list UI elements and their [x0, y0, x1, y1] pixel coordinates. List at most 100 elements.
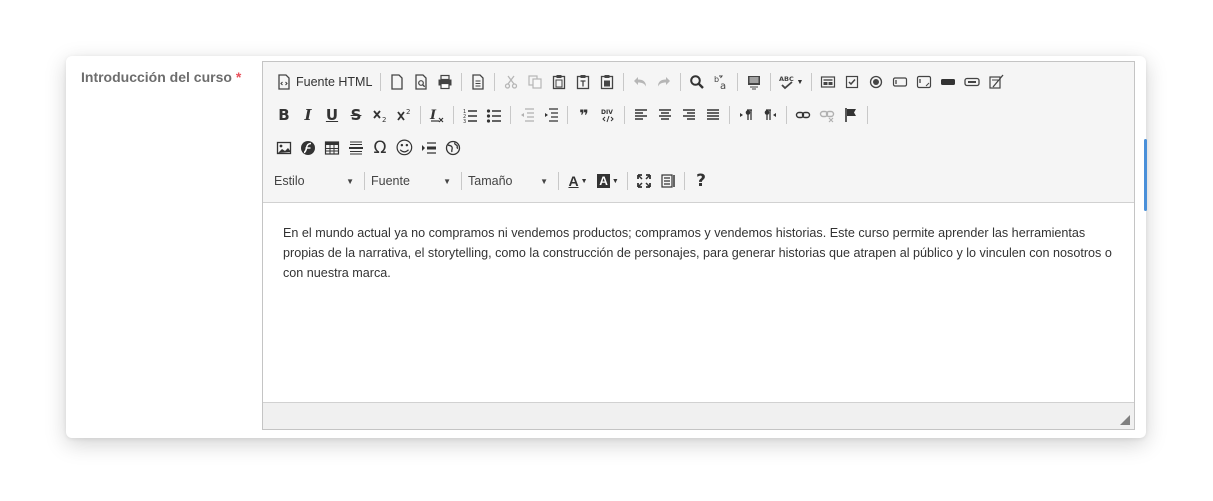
copy-button[interactable]	[523, 69, 547, 95]
separator	[684, 172, 685, 190]
svg-text:2: 2	[382, 116, 386, 123]
radio-button[interactable]	[864, 69, 888, 95]
bold-button[interactable]: B	[272, 102, 296, 128]
separator	[567, 106, 568, 124]
special-char-button[interactable]: Ω	[368, 135, 392, 161]
separator	[729, 106, 730, 124]
underline-button[interactable]: U	[320, 102, 344, 128]
select-all-button[interactable]	[742, 69, 766, 95]
separator	[453, 106, 454, 124]
link-button[interactable]	[791, 102, 815, 128]
undo-button[interactable]	[628, 69, 652, 95]
help-button[interactable]: ?	[689, 168, 713, 194]
redo-button[interactable]	[652, 69, 676, 95]
paste-word-button[interactable]	[595, 69, 619, 95]
align-right-button[interactable]	[677, 102, 701, 128]
smiley-button[interactable]: ☺	[392, 135, 417, 161]
maximize-icon	[636, 173, 652, 189]
print-icon	[437, 74, 453, 90]
page-break-button[interactable]	[417, 135, 441, 161]
image-icon	[276, 140, 292, 156]
required-mark: *	[235, 69, 242, 85]
source-label: Fuente HTML	[296, 75, 373, 89]
search-icon	[689, 74, 705, 90]
unlink-icon	[819, 107, 835, 123]
unlink-button[interactable]	[815, 102, 839, 128]
strikethrough-button[interactable]: S	[344, 102, 368, 128]
justify-icon	[705, 107, 721, 123]
show-blocks-button[interactable]	[656, 168, 680, 194]
bulleted-list-button[interactable]	[482, 102, 506, 128]
text-field-button[interactable]	[888, 69, 912, 95]
spellcheck-button[interactable]: ABC ▼	[775, 69, 807, 95]
button-button[interactable]	[960, 69, 984, 95]
separator	[510, 106, 511, 124]
size-dropdown[interactable]: Tamaño ▼	[466, 169, 554, 193]
preview-icon	[413, 74, 429, 90]
table-button[interactable]	[320, 135, 344, 161]
div-container-button[interactable]: DIV	[596, 102, 620, 128]
resize-handle-icon[interactable]	[1120, 415, 1130, 425]
new-page-button[interactable]	[385, 69, 409, 95]
horizontal-rule-button[interactable]	[344, 135, 368, 161]
source-button[interactable]: Fuente HTML	[272, 69, 376, 95]
text-color-button[interactable]: A ▼	[563, 168, 593, 194]
new-page-icon	[389, 74, 405, 90]
maximize-button[interactable]	[632, 168, 656, 194]
templates-button[interactable]	[466, 69, 490, 95]
font-dropdown[interactable]: Fuente ▼	[369, 169, 457, 193]
justify-button[interactable]	[701, 102, 725, 128]
form-button[interactable]	[816, 69, 840, 95]
horizontal-rule-icon	[348, 140, 364, 156]
subscript-icon: 2	[372, 107, 388, 123]
flash-button[interactable]	[296, 135, 320, 161]
align-right-icon	[681, 107, 697, 123]
paste-button[interactable]	[547, 69, 571, 95]
iframe-button[interactable]	[441, 135, 465, 161]
ltr-button[interactable]	[734, 102, 758, 128]
cut-button[interactable]	[499, 69, 523, 95]
replace-button[interactable]: ba	[709, 69, 733, 95]
templates-icon	[470, 74, 486, 90]
anchor-button[interactable]	[839, 102, 863, 128]
scrollbar-thumb[interactable]	[1144, 139, 1147, 211]
toolbar-row-4: Estilo ▼ Fuente ▼ Tamaño ▼ A ▼ A ▼ ?	[272, 168, 713, 194]
align-center-button[interactable]	[653, 102, 677, 128]
rtl-button[interactable]	[758, 102, 782, 128]
paste-text-button[interactable]	[571, 69, 595, 95]
textarea-button[interactable]	[912, 69, 936, 95]
chevron-down-icon: ▼	[346, 176, 354, 186]
image-button[interactable]	[272, 135, 296, 161]
print-button[interactable]	[433, 69, 457, 95]
subscript-button[interactable]: 2	[368, 102, 392, 128]
editor-toolbar: Fuente HTML ba ABC ▼ B I U S 2 2 I 1 2 3…	[263, 62, 1134, 203]
indent-button[interactable]	[539, 102, 563, 128]
quote-icon: ❞	[579, 105, 589, 125]
editor-content[interactable]: En el mundo actual ya no compramos ni ve…	[263, 203, 1134, 403]
select-button[interactable]	[936, 69, 960, 95]
hidden-field-button[interactable]	[984, 69, 1008, 95]
preview-button[interactable]	[409, 69, 433, 95]
numbered-list-button[interactable]: 123	[458, 102, 482, 128]
chevron-down-icon: ▼	[611, 177, 619, 185]
outdent-button[interactable]	[515, 102, 539, 128]
omega-icon: Ω	[373, 138, 387, 158]
find-button[interactable]	[685, 69, 709, 95]
paste-text-icon	[575, 74, 591, 90]
style-dropdown[interactable]: Estilo ▼	[272, 169, 360, 193]
checkbox-icon	[844, 74, 860, 90]
size-dropdown-value: Tamaño	[468, 174, 513, 188]
chevron-down-icon: ▼	[540, 176, 548, 186]
superscript-button[interactable]: 2	[392, 102, 416, 128]
globe-icon	[445, 140, 461, 156]
blockquote-button[interactable]: ❞	[572, 102, 596, 128]
align-left-button[interactable]	[629, 102, 653, 128]
background-color-button[interactable]: A ▼	[593, 168, 623, 194]
ltr-icon	[738, 107, 754, 123]
checkbox-button[interactable]	[840, 69, 864, 95]
copy-icon	[527, 74, 543, 90]
remove-format-button[interactable]: I	[425, 102, 449, 128]
bulleted-list-icon	[486, 107, 502, 123]
italic-button[interactable]: I	[296, 102, 320, 128]
smiley-icon: ☺	[395, 137, 414, 159]
